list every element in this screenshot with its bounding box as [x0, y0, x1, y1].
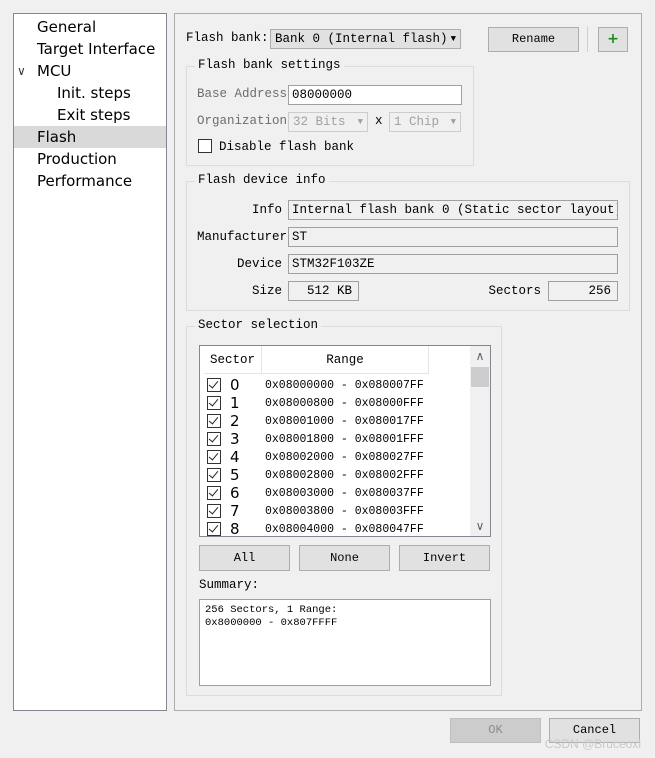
flash-bank-select[interactable]: Bank 0 (Internal flash) ▼ — [270, 29, 461, 49]
disable-flash-bank-label: Disable flash bank — [219, 140, 355, 154]
sector-number: 2 — [230, 412, 240, 430]
settings-nav-tree: General Target Interface ∨ MCU Init. ste… — [13, 13, 167, 711]
organization-chip-value: 1 Chip — [394, 115, 440, 129]
table-row[interactable]: 0 0x08000000 - 0x080007FF — [200, 376, 470, 394]
sector-number: 4 — [230, 448, 240, 466]
sector-range: 0x08004000 - 0x080047FF — [265, 523, 424, 536]
invert-selection-button[interactable]: Invert — [399, 545, 490, 571]
select-none-button[interactable]: None — [299, 545, 390, 571]
device-label: Device — [236, 257, 282, 271]
sector-range: 0x08003800 - 0x08003FFF — [265, 505, 424, 518]
dropdown-arrow-icon: ▼ — [357, 117, 363, 127]
sector-range: 0x08002800 - 0x08002FFF — [265, 469, 424, 482]
table-row[interactable]: 3 0x08001800 - 0x08001FFF — [200, 430, 470, 448]
rename-button[interactable]: Rename — [488, 27, 579, 52]
add-bank-button[interactable]: + — [598, 27, 628, 52]
flash-bank-selected-value: Bank 0 (Internal flash) — [275, 32, 448, 46]
vertical-scrollbar[interactable]: ∧ ∨ — [470, 346, 490, 536]
sector-checkbox[interactable] — [207, 486, 221, 500]
nav-item-general[interactable]: General — [14, 16, 166, 38]
summary-text: 256 Sectors, 1 Range: 0x8000000 - 0x807F… — [199, 599, 491, 686]
organization-x-label: x — [375, 114, 383, 128]
sector-number: 7 — [230, 502, 240, 520]
chevron-down-icon[interactable]: ∨ — [470, 516, 490, 536]
sector-checkbox[interactable] — [207, 378, 221, 392]
chevron-down-icon[interactable]: ∨ — [17, 60, 26, 82]
flash-device-info-title: Flash device info — [195, 173, 329, 187]
sectors-field: 256 — [548, 281, 618, 301]
organization-bits-value: 32 Bits — [293, 115, 346, 129]
sector-number: 8 — [230, 520, 240, 537]
organization-bits-select[interactable]: 32 Bits ▼ — [288, 112, 368, 132]
nav-item-mcu-label: MCU — [37, 62, 72, 80]
chevron-up-icon[interactable]: ∧ — [470, 346, 490, 366]
table-row[interactable]: 2 0x08001000 - 0x080017FF — [200, 412, 470, 430]
sector-range: 0x08000800 - 0x08000FFF — [265, 397, 424, 410]
nav-item-production[interactable]: Production — [14, 148, 166, 170]
sector-checkbox[interactable] — [207, 450, 221, 464]
table-row[interactable]: 7 0x08003800 - 0x08003FFF — [200, 502, 470, 520]
sector-range: 0x08001800 - 0x08001FFF — [265, 433, 424, 446]
sector-range: 0x08001000 - 0x080017FF — [265, 415, 424, 428]
table-row[interactable]: 5 0x08002800 - 0x08002FFF — [200, 466, 470, 484]
sector-number: 5 — [230, 466, 240, 484]
summary-label: Summary: — [199, 578, 260, 592]
nav-item-performance[interactable]: Performance — [14, 170, 166, 192]
sector-checkbox[interactable] — [207, 396, 221, 410]
toolbar-divider — [587, 26, 588, 52]
nav-item-init-steps[interactable]: Init. steps — [14, 82, 166, 104]
sectors-label: Sectors — [488, 284, 541, 298]
size-label: Size — [251, 284, 282, 298]
info-label: Info — [251, 203, 282, 217]
organization-chip-select[interactable]: 1 Chip ▼ — [389, 112, 461, 132]
nav-item-exit-steps[interactable]: Exit steps — [14, 104, 166, 126]
table-row[interactable]: 4 0x08002000 - 0x080027FF — [200, 448, 470, 466]
sector-range: 0x08000000 - 0x080007FF — [265, 379, 424, 392]
sector-range: 0x08003000 - 0x080037FF — [265, 487, 424, 500]
sector-number: 1 — [230, 394, 240, 412]
table-row[interactable]: 1 0x08000800 - 0x08000FFF — [200, 394, 470, 412]
sector-number: 3 — [230, 430, 240, 448]
select-all-button[interactable]: All — [199, 545, 290, 571]
disable-flash-bank-checkbox[interactable] — [198, 139, 212, 153]
range-column-header[interactable]: Range — [262, 346, 429, 374]
sector-list[interactable]: Sector Range 0 0x08000000 - 0x080007FF 1… — [199, 345, 491, 537]
device-field: STM32F103ZE — [288, 254, 618, 274]
sector-checkbox[interactable] — [207, 504, 221, 518]
sector-range: 0x08002000 - 0x080027FF — [265, 451, 424, 464]
organization-label: Organization — [197, 114, 288, 128]
sector-column-header[interactable]: Sector — [204, 346, 262, 374]
sector-number: 6 — [230, 484, 240, 502]
sector-selection-title: Sector selection — [195, 318, 322, 332]
nav-item-mcu[interactable]: ∨ MCU — [14, 60, 166, 82]
nav-item-target-interface[interactable]: Target Interface — [14, 38, 166, 60]
sector-checkbox[interactable] — [207, 522, 221, 536]
info-field: Internal flash bank 0 (Static sector lay… — [288, 200, 618, 220]
manufacturer-label: Manufacturer — [197, 230, 288, 244]
dropdown-arrow-icon: ▼ — [450, 34, 456, 44]
sector-checkbox[interactable] — [207, 432, 221, 446]
manufacturer-field: ST — [288, 227, 618, 247]
base-address-field[interactable]: 08000000 — [288, 85, 462, 105]
flash-bank-settings-title: Flash bank settings — [195, 58, 344, 72]
table-row[interactable]: 6 0x08003000 - 0x080037FF — [200, 484, 470, 502]
scrollbar-thumb[interactable] — [471, 367, 489, 387]
dropdown-arrow-icon: ▼ — [450, 117, 456, 127]
sector-number: 0 — [230, 376, 240, 394]
size-field: 512 KB — [288, 281, 359, 301]
flash-bank-label: Flash bank: — [186, 31, 269, 45]
sector-checkbox[interactable] — [207, 414, 221, 428]
ok-button[interactable]: OK — [450, 718, 541, 743]
table-row[interactable]: 8 0x08004000 - 0x080047FF — [200, 520, 470, 537]
watermark: CSDN @Bruceoxl — [544, 737, 641, 751]
nav-item-flash[interactable]: Flash — [14, 126, 166, 148]
sector-checkbox[interactable] — [207, 468, 221, 482]
base-address-label: Base Address — [197, 87, 288, 101]
